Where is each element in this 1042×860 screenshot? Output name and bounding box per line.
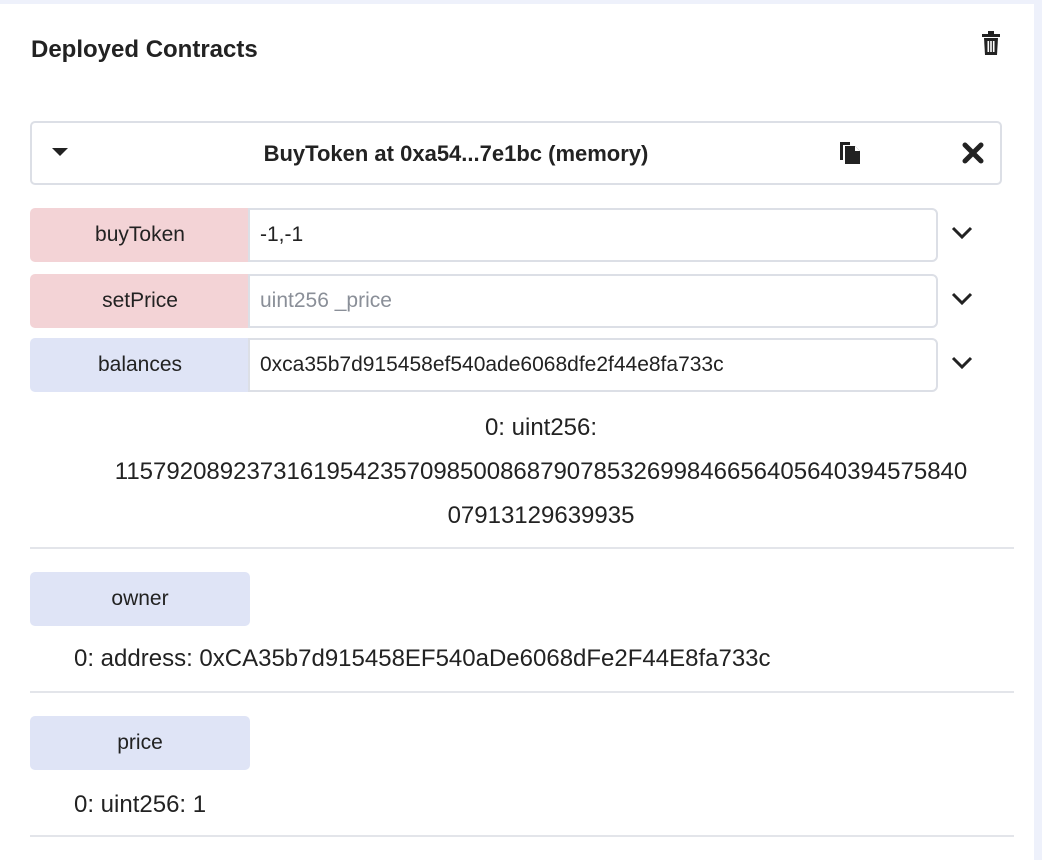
function-row-setprice: setPrice (30, 274, 973, 328)
deployed-contracts-panel: Deployed Contracts BuyToken at 0xa54...7… (0, 4, 1034, 860)
owner-result: 0: address: 0xCA35b7d915458EF540aDe6068d… (74, 645, 771, 672)
contract-instance-header: BuyToken at 0xa54...7e1bc (memory) (30, 121, 1002, 185)
function-row-balances: balances (30, 338, 973, 392)
buytoken-input[interactable] (248, 208, 938, 262)
price-button[interactable]: price (30, 716, 250, 770)
close-icon[interactable] (962, 142, 984, 164)
balances-result-value-line2: 07913129639935 (447, 502, 635, 529)
setprice-button[interactable]: setPrice (30, 274, 250, 328)
balances-result-type: 0: uint256: (484, 414, 598, 441)
contract-instance-title: BuyToken at 0xa54...7e1bc (memory) (263, 141, 649, 166)
panel-title: Deployed Contracts (31, 36, 258, 63)
chevron-down-icon[interactable] (951, 225, 973, 241)
divider (30, 691, 1014, 693)
setprice-input[interactable] (248, 274, 938, 328)
balances-result-value-line1: 1157920892373161954235709850086879078532… (114, 458, 968, 485)
chevron-down-icon[interactable] (951, 291, 973, 307)
copy-icon[interactable] (837, 138, 863, 166)
buytoken-button[interactable]: buyToken (30, 208, 250, 262)
caret-down-icon[interactable] (52, 148, 68, 156)
function-row-buytoken: buyToken (30, 208, 973, 262)
owner-button[interactable]: owner (30, 572, 250, 626)
chevron-down-icon[interactable] (951, 355, 973, 371)
divider (30, 835, 1014, 837)
price-result: 0: uint256: 1 (74, 791, 207, 818)
trash-icon[interactable] (980, 30, 1002, 56)
balances-input[interactable] (248, 338, 938, 392)
balances-button[interactable]: balances (30, 338, 250, 392)
divider (30, 547, 1014, 549)
